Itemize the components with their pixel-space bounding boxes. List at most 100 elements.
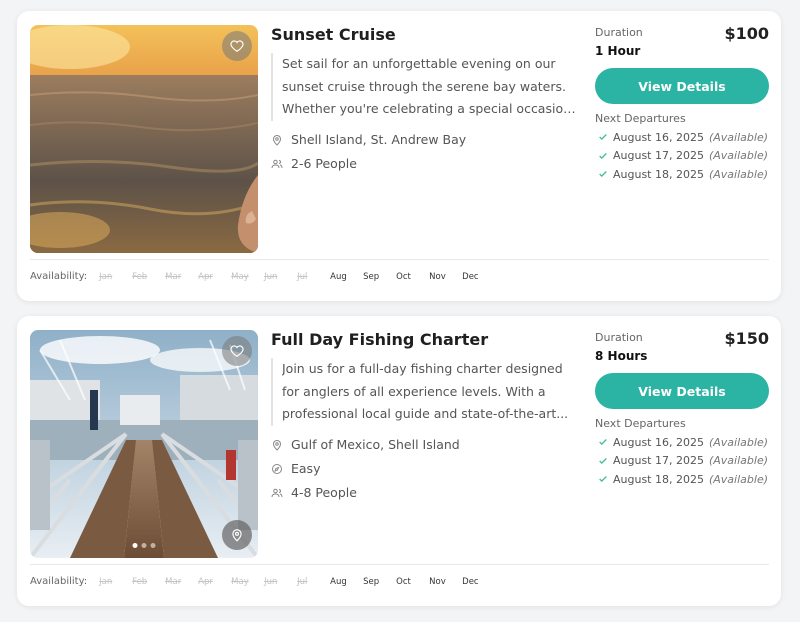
month-aug: Aug [330,271,347,282]
view-details-button[interactable]: View Details [595,68,769,104]
departure-date: August 17, 2025 [613,149,704,163]
duration-label: Duration [595,26,643,39]
month-may: May [231,271,249,282]
next-departures-label: Next Departures [595,417,686,430]
listing-description: Join us for a full-day fishing charter d… [271,358,577,426]
compass-icon [272,463,282,474]
view-details-button[interactable]: View Details [595,373,769,409]
availability-row: Availability: Jan Feb Mar Apr May Jun Ju… [30,271,495,282]
divider [30,259,769,260]
favorite-button[interactable] [222,336,252,366]
departure-status: (Available) [708,454,769,468]
listing-title[interactable]: Sunset Cruise [271,25,396,44]
departure-date: August 18, 2025 [613,472,704,486]
listing-difficulty: Easy [271,461,320,476]
listing-capacity: 2-6 People [271,156,357,171]
capacity-text: 2-6 People [291,156,357,171]
heart-icon [230,40,244,52]
month-feb: Feb [132,576,148,587]
month-feb: Feb [132,271,148,282]
month-jun: Jun [264,271,278,282]
departures-list: August 16, 2025 (Available) August 17, 2… [598,433,768,489]
month-nov: Nov [429,576,446,587]
description-line: Join us for a full-day fishing charter d… [282,361,563,376]
price: $100 [724,24,769,43]
month-jan: Jan [99,271,113,282]
month-sep: Sep [363,271,380,282]
month-mar: Mar [165,576,182,587]
check-icon [599,457,607,464]
check-icon [599,152,607,159]
month-jul: Jul [297,271,308,282]
listing-location: Shell Island, St. Andrew Bay [271,132,466,147]
duration-value: 8 Hours [595,349,648,363]
month-aug: Aug [330,576,347,587]
departure-date: August 18, 2025 [613,167,704,181]
departure-item[interactable]: August 16, 2025 (Available) [598,128,768,147]
month-jan: Jan [99,576,113,587]
next-departures-label: Next Departures [595,112,686,125]
departure-date: August 16, 2025 [613,435,704,449]
carousel-dot[interactable] [141,543,147,548]
availability-row: Availability: Jan Feb Mar Apr May Jun Ju… [30,576,495,587]
listing-photo[interactable] [30,330,258,558]
divider [30,564,769,565]
people-icon [271,488,283,497]
check-icon [599,171,607,178]
availability-label: Availability: [30,271,88,282]
month-jun: Jun [264,576,278,587]
departures-list: August 16, 2025 (Available) August 17, 2… [598,128,768,184]
people-icon [271,159,283,168]
listing-card-sunset-cruise: Sunset Cruise Set sail for an unforgetta… [17,11,781,301]
departure-item[interactable]: August 16, 2025 (Available) [598,433,768,452]
departure-item[interactable]: August 17, 2025 (Available) [598,147,768,166]
description-line: sunset cruise through the serene bay wat… [282,78,567,94]
month-apr: Apr [198,271,213,282]
month-mar: Mar [165,271,182,282]
departure-status: (Available) [708,435,769,449]
carousel-dots [132,543,156,548]
listing-title[interactable]: Full Day Fishing Charter [271,330,488,349]
location-text: Shell Island, St. Andrew Bay [291,132,467,147]
departure-status: (Available) [708,472,769,486]
heart-icon [230,345,244,357]
month-oct: Oct [396,576,411,587]
month-sep: Sep [363,576,380,587]
departure-status: (Available) [708,149,769,163]
departure-item[interactable]: August 18, 2025 (Available) [598,165,768,184]
map-pin-icon [272,439,282,451]
listing-card-fishing-charter: Full Day Fishing Charter Join us for a f… [17,316,781,606]
month-apr: Apr [198,576,213,587]
check-icon [599,439,607,446]
availability-label: Availability: [30,576,88,587]
duration-label: Duration [595,331,643,344]
listing-photo[interactable] [30,25,258,253]
departure-item[interactable]: August 17, 2025 (Available) [598,452,768,471]
description-line: for anglers of all experience levels. Wi… [282,383,546,399]
departure-status: (Available) [708,130,769,144]
month-jul: Jul [297,576,308,587]
capacity-text: 4-8 People [291,485,357,500]
check-icon [599,134,607,141]
description-line: professional local guide and state-of-th… [282,406,569,421]
favorite-button[interactable] [222,31,252,61]
carousel-dot[interactable] [132,543,138,548]
map-button[interactable] [222,520,252,550]
month-nov: Nov [429,271,446,282]
description-line: Whether you're celebrating a special occ… [282,101,577,116]
sunset-sea-image [30,25,258,253]
map-pin-icon [232,529,242,542]
price: $150 [724,329,769,348]
marina-dock-image [30,330,258,558]
carousel-dot[interactable] [150,543,156,548]
departure-date: August 17, 2025 [613,454,704,468]
departure-item[interactable]: August 18, 2025 (Available) [598,470,768,489]
map-pin-icon [272,134,282,146]
departure-date: August 16, 2025 [613,130,704,144]
month-oct: Oct [396,271,411,282]
difficulty-text: Easy [291,461,321,476]
check-icon [599,476,607,483]
month-dec: Dec [462,271,479,282]
duration-value: 1 Hour [595,44,641,58]
month-may: May [231,576,249,587]
